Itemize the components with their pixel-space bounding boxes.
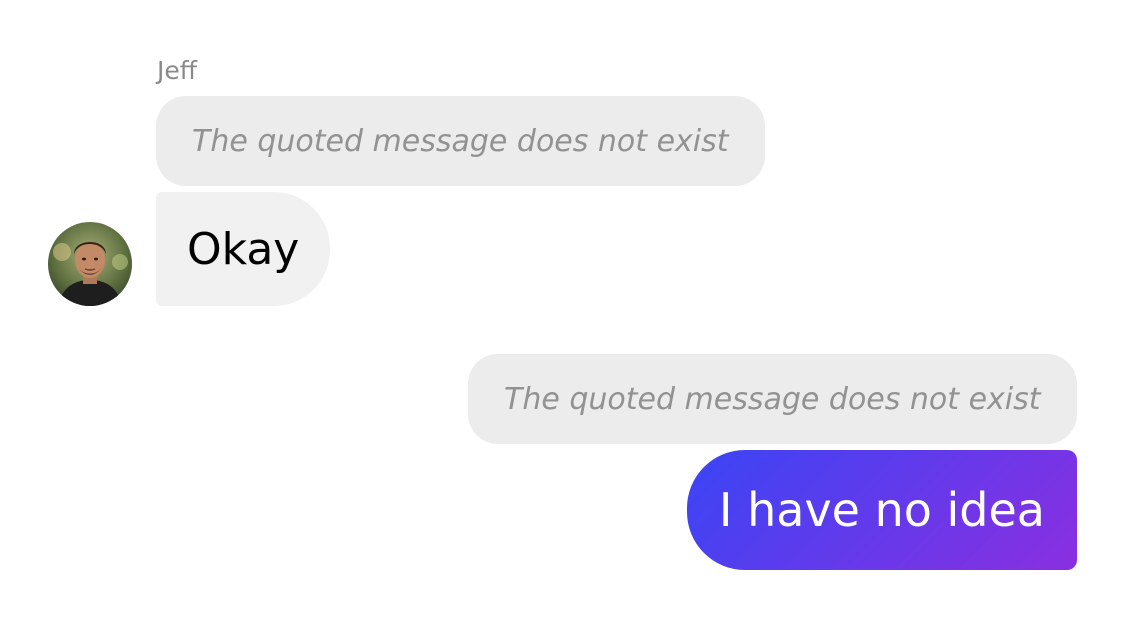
avatar[interactable]: [48, 222, 132, 306]
outgoing-message-text: I have no idea: [718, 483, 1045, 537]
incoming-quoted-message[interactable]: The quoted message does not exist: [156, 96, 765, 186]
outgoing-message-bubble[interactable]: I have no idea: [686, 450, 1077, 570]
outgoing-quoted-message-text: The quoted message does not exist: [504, 381, 1041, 417]
incoming-message-text: Okay: [187, 223, 300, 275]
incoming-quoted-message-text: The quoted message does not exist: [192, 123, 729, 159]
outgoing-quoted-message[interactable]: The quoted message does not exist: [468, 354, 1077, 444]
sender-name: Jeff: [157, 56, 197, 85]
avatar-image: [48, 222, 132, 306]
incoming-message-bubble[interactable]: Okay: [156, 192, 331, 306]
